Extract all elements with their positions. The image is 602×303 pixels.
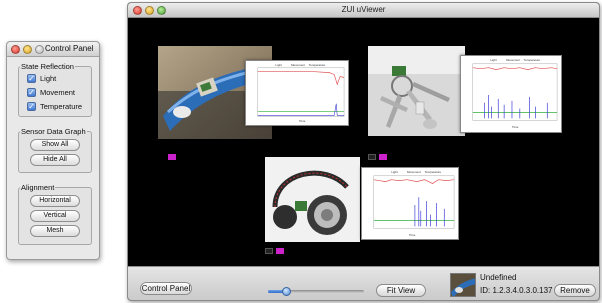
thumbnail-image: [451, 274, 475, 296]
state-reflection-group: State Reflection ✓ Light ✓ Movement ✓ Te…: [18, 62, 92, 117]
selected-object-thumbnail: [450, 273, 476, 297]
sensor-graph-keys[interactable]: Light Movement Temperature Time: [460, 55, 562, 133]
graph-xlabel: Time: [299, 119, 306, 123]
graph-legend-temperature: Temperature: [524, 58, 541, 62]
uviewer-titlebar[interactable]: ZUI uViewer: [128, 3, 599, 18]
control-panel-window: Control Panel State Reflection ✓ Light ✓…: [6, 41, 100, 260]
zui-canvas[interactable]: Light Movement Temperature Time Light Mo…: [128, 19, 599, 266]
temperature-checkbox-row[interactable]: ✓ Temperature: [27, 99, 91, 113]
sensor-graph-group: Sensor Data Graph Show All Hide All: [18, 127, 92, 173]
zoom-slider-knob[interactable]: [282, 287, 292, 296]
zoom-slider[interactable]: [268, 287, 364, 296]
zoom-icon[interactable]: [35, 45, 44, 54]
temperature-checkbox[interactable]: ✓: [27, 101, 36, 111]
uviewer-title: ZUI uViewer: [341, 5, 386, 14]
graph-xlabel: Time: [512, 125, 519, 129]
horizontal-button[interactable]: Horizontal: [30, 195, 80, 207]
sensor-chart-headphones: Light Movement Temperature Time: [373, 170, 455, 237]
graph-legend-movement: Movement: [407, 170, 421, 174]
uviewer-window: ZUI uViewer Light Movement Temperature T…: [127, 2, 600, 301]
graph-xlabel: Time: [409, 233, 416, 237]
selected-object-id: ID: 1.2.3.4.0.3.0.137: [480, 286, 553, 295]
mesh-button[interactable]: Mesh: [30, 225, 80, 237]
graph-legend-light: Light: [275, 63, 282, 67]
sensor-graph-headphones[interactable]: Light Movement Temperature Time: [361, 167, 459, 240]
movement-checkbox-label: Movement: [40, 87, 76, 97]
bottom-toolbar: Control Panel Fit View Undefined ID: 1.2…: [128, 266, 599, 300]
show-all-button[interactable]: Show All: [30, 139, 80, 151]
object-photo-keys[interactable]: [368, 46, 465, 136]
sensor-graph-legend: Sensor Data Graph: [21, 127, 86, 136]
minimize-icon[interactable]: [23, 45, 32, 54]
state-reflection-legend: State Reflection: [21, 62, 74, 71]
sensor-graph-device[interactable]: Light Movement Temperature Time: [245, 60, 349, 126]
remove-button[interactable]: Remove: [554, 284, 596, 297]
light-checkbox-row[interactable]: ✓ Light: [27, 71, 91, 85]
headphones-photo-image: [265, 157, 360, 242]
keys-photo-image: [368, 46, 465, 136]
graph-legend-light: Light: [391, 170, 398, 174]
light-checkbox-label: Light: [40, 73, 57, 83]
sensor-chart-device: Light Movement Temperature Time: [257, 63, 345, 123]
alignment-legend: Alignment: [21, 183, 55, 192]
sensor-chart-keys: Light Movement Temperature Time: [472, 58, 558, 129]
object-tile-headphones[interactable]: Light Movement Temperature Time: [265, 157, 465, 262]
object-photo-headphones[interactable]: [265, 157, 360, 242]
graph-legend-movement: Movement: [291, 63, 305, 67]
vertical-button[interactable]: Vertical: [30, 210, 80, 222]
movement-checkbox[interactable]: ✓: [27, 87, 36, 97]
movement-checkbox-row[interactable]: ✓ Movement: [27, 85, 91, 99]
fit-view-button[interactable]: Fit View: [376, 284, 426, 297]
control-panel-titlebar[interactable]: Control Panel: [7, 42, 99, 57]
status-swatch-dark: [265, 248, 273, 254]
close-icon[interactable]: [11, 45, 20, 54]
control-panel-title: Control Panel: [45, 44, 94, 53]
status-swatch-magenta: [168, 154, 176, 160]
temperature-checkbox-label: Temperature: [40, 101, 83, 111]
status-swatch-magenta: [276, 248, 284, 254]
graph-legend-light: Light: [490, 58, 497, 62]
selected-object-name: Undefined: [480, 273, 517, 282]
hide-all-button[interactable]: Hide All: [30, 154, 80, 166]
graph-legend-temperature: Temperature: [425, 170, 442, 174]
graph-legend-movement: Movement: [506, 58, 520, 62]
alignment-group: Alignment Horizontal Vertical Mesh: [18, 183, 92, 245]
control-panel-button[interactable]: Control Panel: [140, 282, 192, 295]
graph-legend-temperature: Temperature: [309, 63, 326, 67]
light-checkbox[interactable]: ✓: [27, 73, 36, 83]
